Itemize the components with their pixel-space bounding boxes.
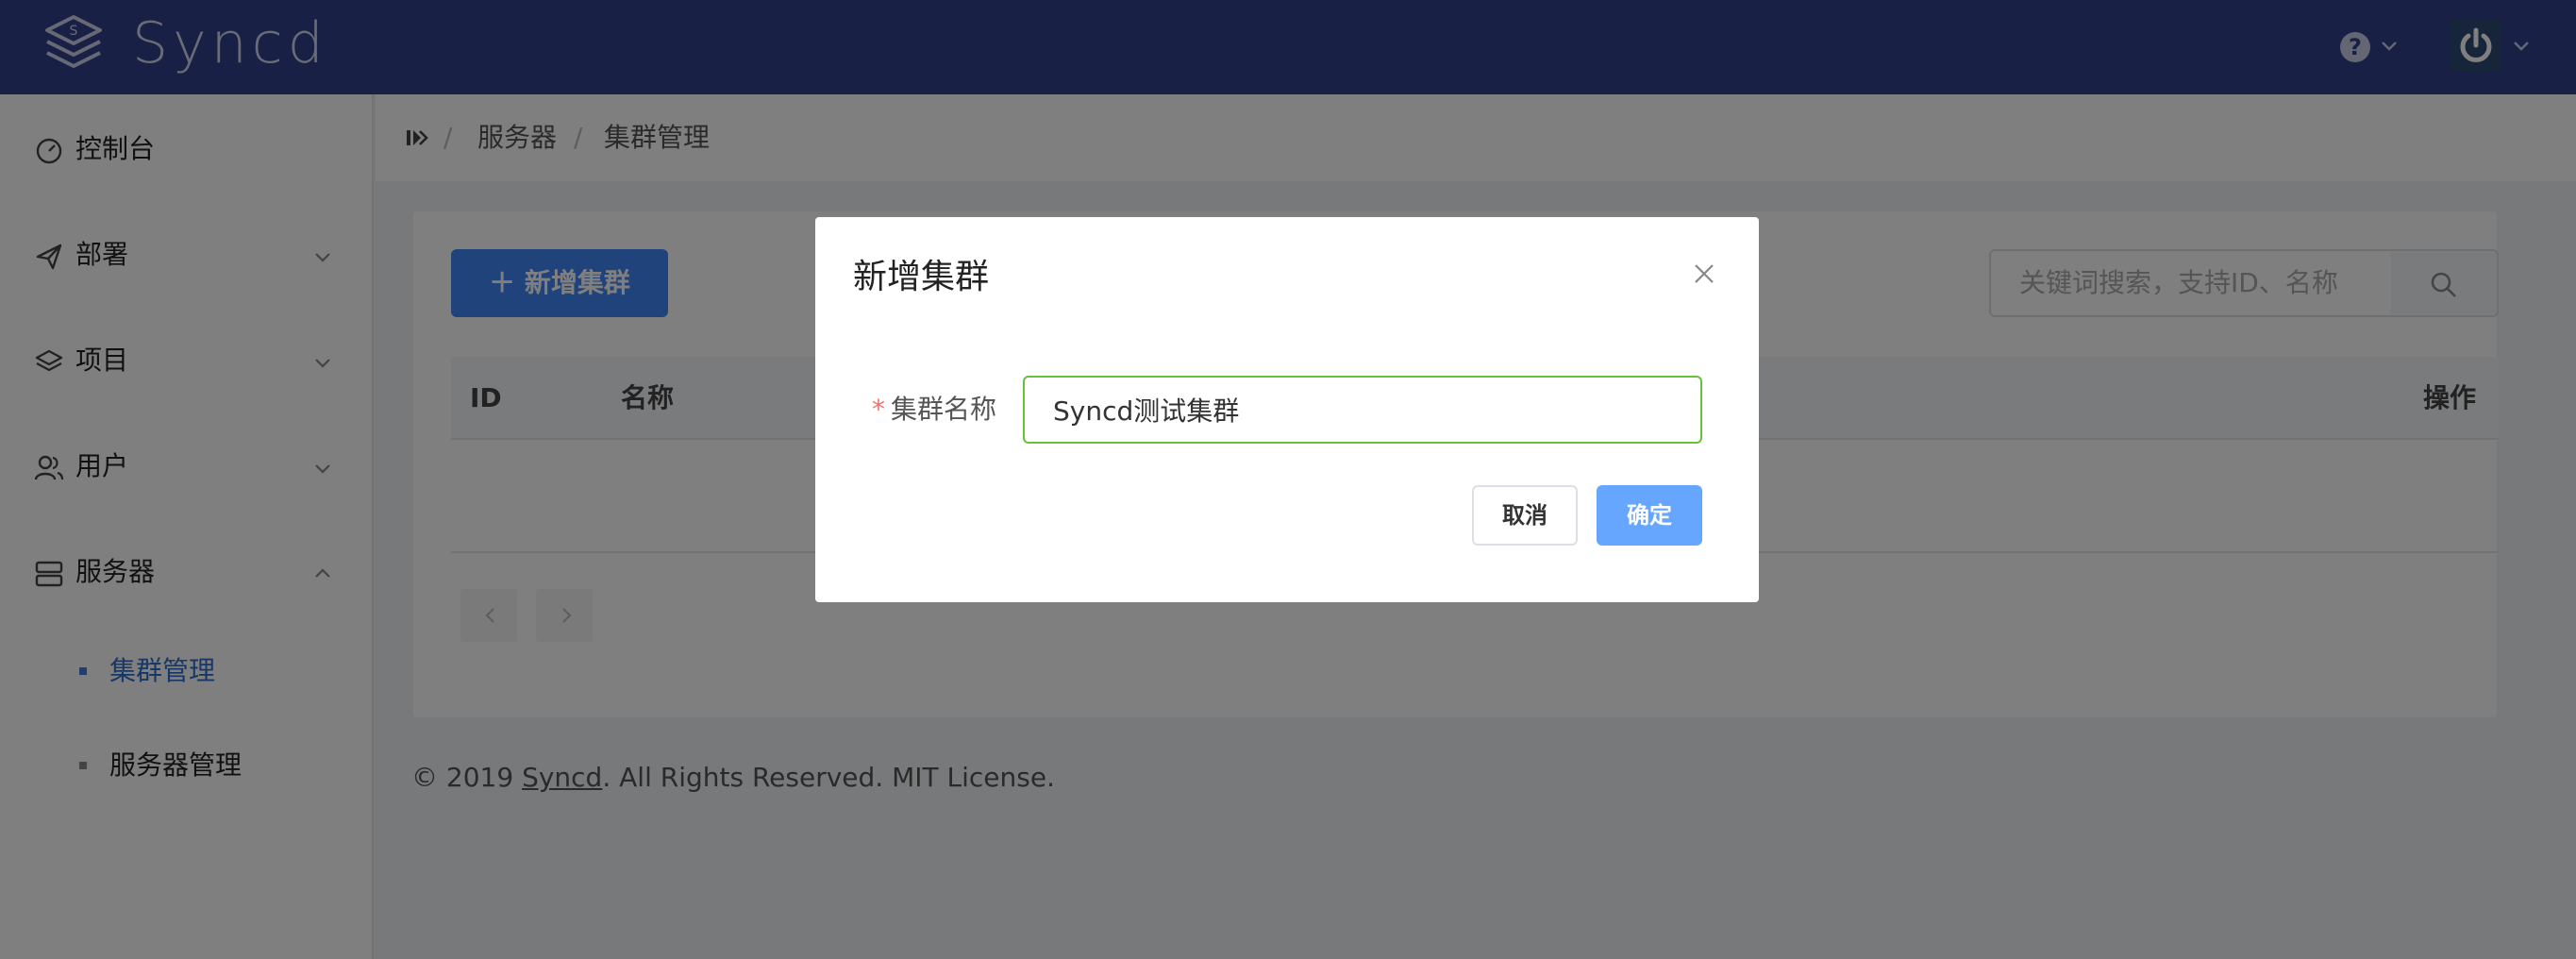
- cluster-name-label: * 集群名称: [872, 387, 996, 432]
- required-mark: *: [872, 394, 885, 425]
- dialog-title: 新增集群: [853, 258, 990, 296]
- add-cluster-dialog: 新增集群 *集群名称 取消 确定: [815, 217, 1759, 602]
- confirm-button[interactable]: 确定: [1597, 485, 1702, 546]
- cluster-name-input[interactable]: [1023, 376, 1702, 444]
- close-icon[interactable]: [1691, 261, 1717, 287]
- cluster-name-label-text: 集群名称: [891, 394, 997, 425]
- cancel-button[interactable]: 取消: [1472, 485, 1578, 546]
